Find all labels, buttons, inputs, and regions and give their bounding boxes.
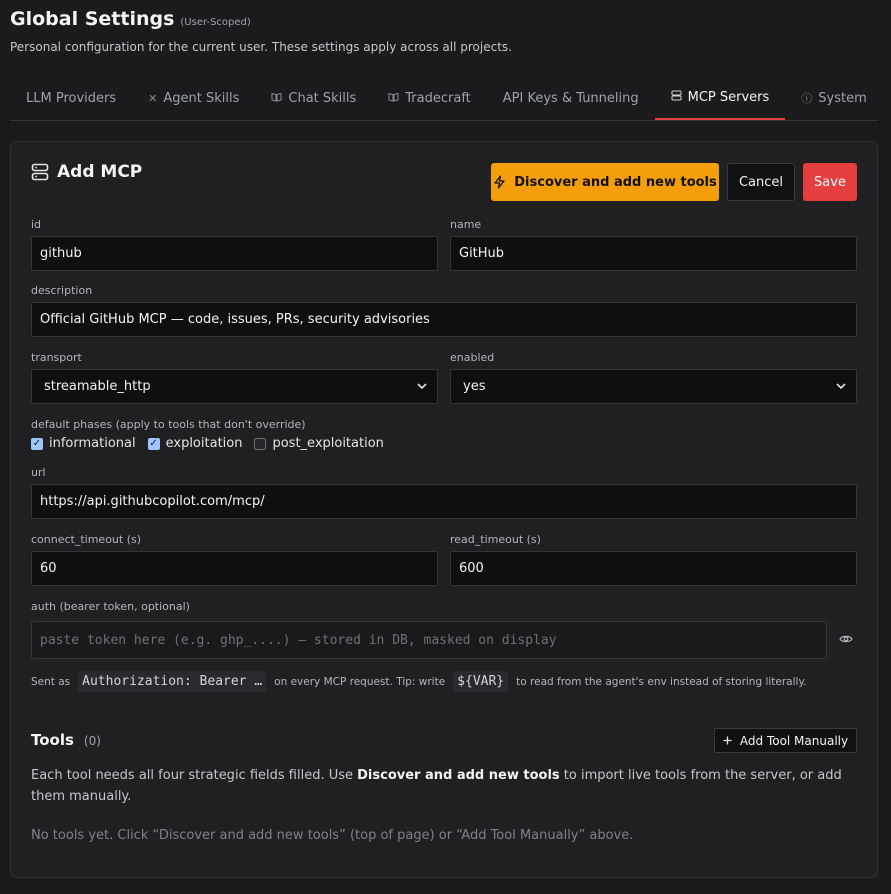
eye-icon[interactable] [839,632,853,646]
tab-label: System [818,90,867,106]
enabled-value: yes [463,379,486,394]
post-exploitation-label: post_exploitation [272,436,384,451]
auth-label: auth (bearer token, optional) [31,600,190,613]
url-label: url [31,466,46,479]
add-tool-label: Add Tool Manually [739,733,849,748]
tab-label: MCP Servers [687,89,770,105]
tab-label: Chat Skills [288,90,357,106]
name-label: name [450,218,482,231]
connect-timeout-label: connect_timeout (s) [31,533,142,546]
tab-agent-skills[interactable]: ✕ Agent Skills [132,76,255,120]
add-tool-manually-button[interactable]: Add Tool Manually [714,728,857,753]
add-mcp-card: Add MCP Discover and add new tools Cance… [10,141,878,878]
book-icon [388,92,399,105]
exploitation-checkbox[interactable]: ✓ [147,437,160,450]
hint-code-var: ${VAR} [453,671,509,692]
tools-empty-state: No tools yet. Click “Discover and add ne… [31,828,634,843]
auth-placeholder: paste token here (e.g. ghp_....) — store… [40,632,557,648]
server-icon [31,163,49,181]
transport-value: streamable_http [44,379,151,394]
enabled-label: enabled [450,351,495,364]
url-field[interactable]: https://api.githubcopilot.com/mcp/ [31,484,857,519]
tab-chat-skills[interactable]: Chat Skills [255,76,372,120]
tools-icon: ✕ [148,91,158,105]
transport-select[interactable]: streamable_http [31,369,438,404]
cancel-label: Cancel [738,174,784,190]
connect-timeout-field[interactable]: 60 [31,551,438,586]
page-header: Global Settings (User-Scoped) Personal c… [10,8,512,54]
phases-label: default phases (apply to tools that don'… [31,418,306,431]
hint-middle: on every MCP request. Tip: write [274,675,446,688]
exploitation-label: exploitation [165,436,243,451]
tools-desc-bold: Discover and add new tools [357,768,560,783]
id-label: id [31,218,42,231]
book-icon [271,92,282,105]
name-value: GitHub [459,246,505,261]
discover-label: Discover and add new tools [514,174,717,190]
tab-system[interactable]: ⓘ System [785,76,882,120]
tools-count: (0) [83,734,101,748]
read-timeout-label: read_timeout (s) [450,533,541,546]
hint-code-authorization: Authorization: Bearer … [78,671,267,692]
tab-label: LLM Providers [26,90,117,106]
read-timeout-field[interactable]: 600 [450,551,857,586]
tab-label: API Keys & Tunneling [502,90,639,106]
read-timeout-value: 600 [459,561,484,576]
tab-tradecraft[interactable]: Tradecraft [372,76,487,120]
hint-suffix: to read from the agent's env instead of … [516,675,807,688]
save-label: Save [814,174,846,190]
transport-label: transport [31,351,82,364]
hint-prefix: Sent as [31,675,71,688]
id-value: github [40,246,82,261]
card-title-text: Add MCP [57,162,143,182]
tab-label: Agent Skills [163,90,240,106]
url-value: https://api.githubcopilot.com/mcp/ [40,494,265,509]
tools-desc-prefix: Each tool needs all four strategic field… [31,768,358,783]
tab-api-keys[interactable]: API Keys & Tunneling [487,76,655,120]
tab-label: Tradecraft [405,90,471,106]
tools-description: Each tool needs all four strategic field… [31,765,851,807]
discover-tools-button[interactable]: Discover and add new tools [491,163,719,201]
cancel-button[interactable]: Cancel [727,163,795,201]
page-title: Global Settings [10,8,175,30]
post-exploitation-checkbox[interactable] [254,437,267,450]
auth-token-input[interactable]: paste token here (e.g. ghp_....) — store… [31,621,827,659]
tools-heading: Tools (0) [31,731,101,749]
page-subtitle: Personal configuration for the current u… [10,40,512,54]
tab-mcp-servers[interactable]: MCP Servers [654,76,786,120]
scope-label: (User-Scoped) [180,17,251,28]
description-value: Official GitHub MCP — code, issues, PRs,… [40,312,430,327]
chevron-down-icon [836,380,846,393]
phases-group: ✓ informational ✓ exploitation post_expl… [31,436,390,451]
informational-label: informational [49,436,136,451]
description-label: description [31,284,93,297]
settings-tabs: LLM Providers ✕ Agent Skills Chat Skills… [10,76,878,121]
name-field[interactable]: GitHub [450,236,857,271]
informational-checkbox[interactable]: ✓ [31,437,43,450]
description-field[interactable]: Official GitHub MCP — code, issues, PRs,… [31,302,857,337]
enabled-select[interactable]: yes [450,369,857,404]
id-field[interactable]: github [31,236,438,271]
card-title: Add MCP [31,162,142,182]
save-button[interactable]: Save [803,163,857,201]
chevron-down-icon [417,380,427,393]
title-row: Global Settings (User-Scoped) [10,8,512,30]
plus-icon [723,734,732,748]
info-icon: ⓘ [801,92,813,105]
tools-title: Tools [31,731,74,749]
auth-hint: Sent as Authorization: Bearer … on every… [31,671,807,692]
connect-timeout-value: 60 [40,561,57,576]
tab-llm-providers[interactable]: LLM Providers [10,76,132,120]
lightning-icon [494,175,505,189]
server-icon [671,90,682,104]
